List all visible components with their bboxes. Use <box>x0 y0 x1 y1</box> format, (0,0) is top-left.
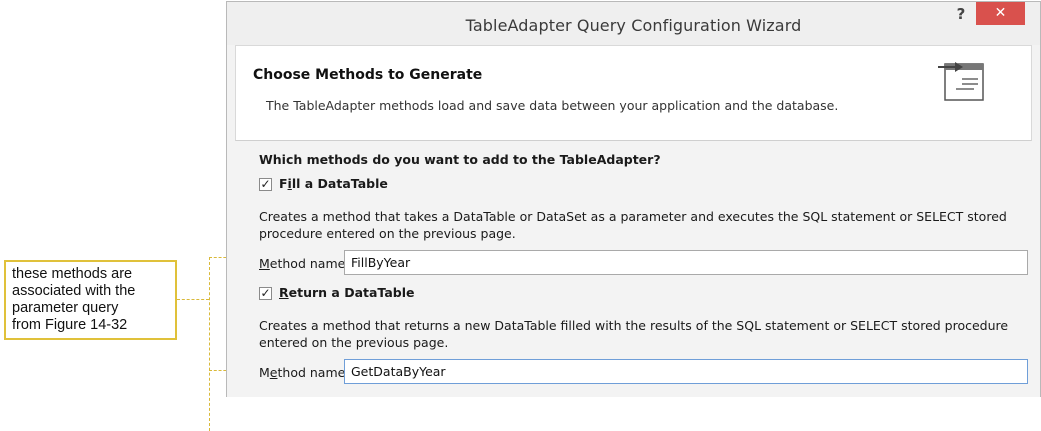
fill-method-label-rest: ethod name: <box>269 256 350 271</box>
page-subtitle: The TableAdapter methods load and save d… <box>266 98 839 113</box>
fill-method-name-label: Method name: <box>259 256 350 271</box>
return-method-label-rest: thod name: <box>277 365 350 380</box>
fill-description-line1: Creates a method that takes a DataTable … <box>259 209 1007 224</box>
return-description-line1: Creates a method that returns a new Data… <box>259 318 1009 333</box>
wizard-dialog: TableAdapter Query Configuration Wizard … <box>226 1 1041 397</box>
callout-connector <box>177 299 209 300</box>
return-method-name-input[interactable]: GetDataByYear <box>344 359 1028 384</box>
return-label-accesskey: R <box>279 285 289 300</box>
fill-method-name-input[interactable]: FillByYear <box>344 250 1028 275</box>
callout-bracket <box>209 257 210 431</box>
return-method-accesskey: e <box>269 365 278 380</box>
close-button[interactable]: ✕ <box>976 2 1025 25</box>
callout-line: associated with the <box>12 283 136 299</box>
wizard-table-arrow-icon <box>938 62 984 101</box>
callout-line: from Figure 14-32 <box>12 317 128 333</box>
fill-datatable-label[interactable]: Fill a DataTable <box>279 176 388 191</box>
return-datatable-label[interactable]: Return a DataTable <box>279 285 414 300</box>
annotation-callout: these methods are associated with the pa… <box>4 260 177 340</box>
return-datatable-checkbox[interactable]: ✓ <box>259 287 272 300</box>
window-title: TableAdapter Query Configuration Wizard <box>465 16 802 35</box>
methods-question: Which methods do you want to add to the … <box>259 152 661 167</box>
fill-datatable-checkbox[interactable]: ✓ <box>259 178 272 191</box>
callout-line: these methods are <box>12 266 133 282</box>
fill-description-line2: procedure entered on the previous page. <box>259 226 516 241</box>
wizard-header: Choose Methods to Generate The TableAdap… <box>235 45 1032 141</box>
return-description-line2: entered on the previous page. <box>259 335 449 350</box>
wizard-body: Which methods do you want to add to the … <box>235 140 1032 397</box>
return-method-name-label: Method name: <box>259 365 350 380</box>
return-label-rest: eturn a DataTable <box>288 285 415 300</box>
help-button[interactable]: ? <box>947 3 975 25</box>
return-method-label-prefix: M <box>259 365 270 380</box>
callout-line: parameter query <box>12 300 119 316</box>
fill-label-rest: ll a DataTable <box>291 176 388 191</box>
fill-label-prefix: F <box>279 176 288 191</box>
title-bar: TableAdapter Query Configuration Wizard … <box>227 2 1040 45</box>
fill-method-accesskey: M <box>259 256 270 271</box>
page-title: Choose Methods to Generate <box>253 67 483 83</box>
